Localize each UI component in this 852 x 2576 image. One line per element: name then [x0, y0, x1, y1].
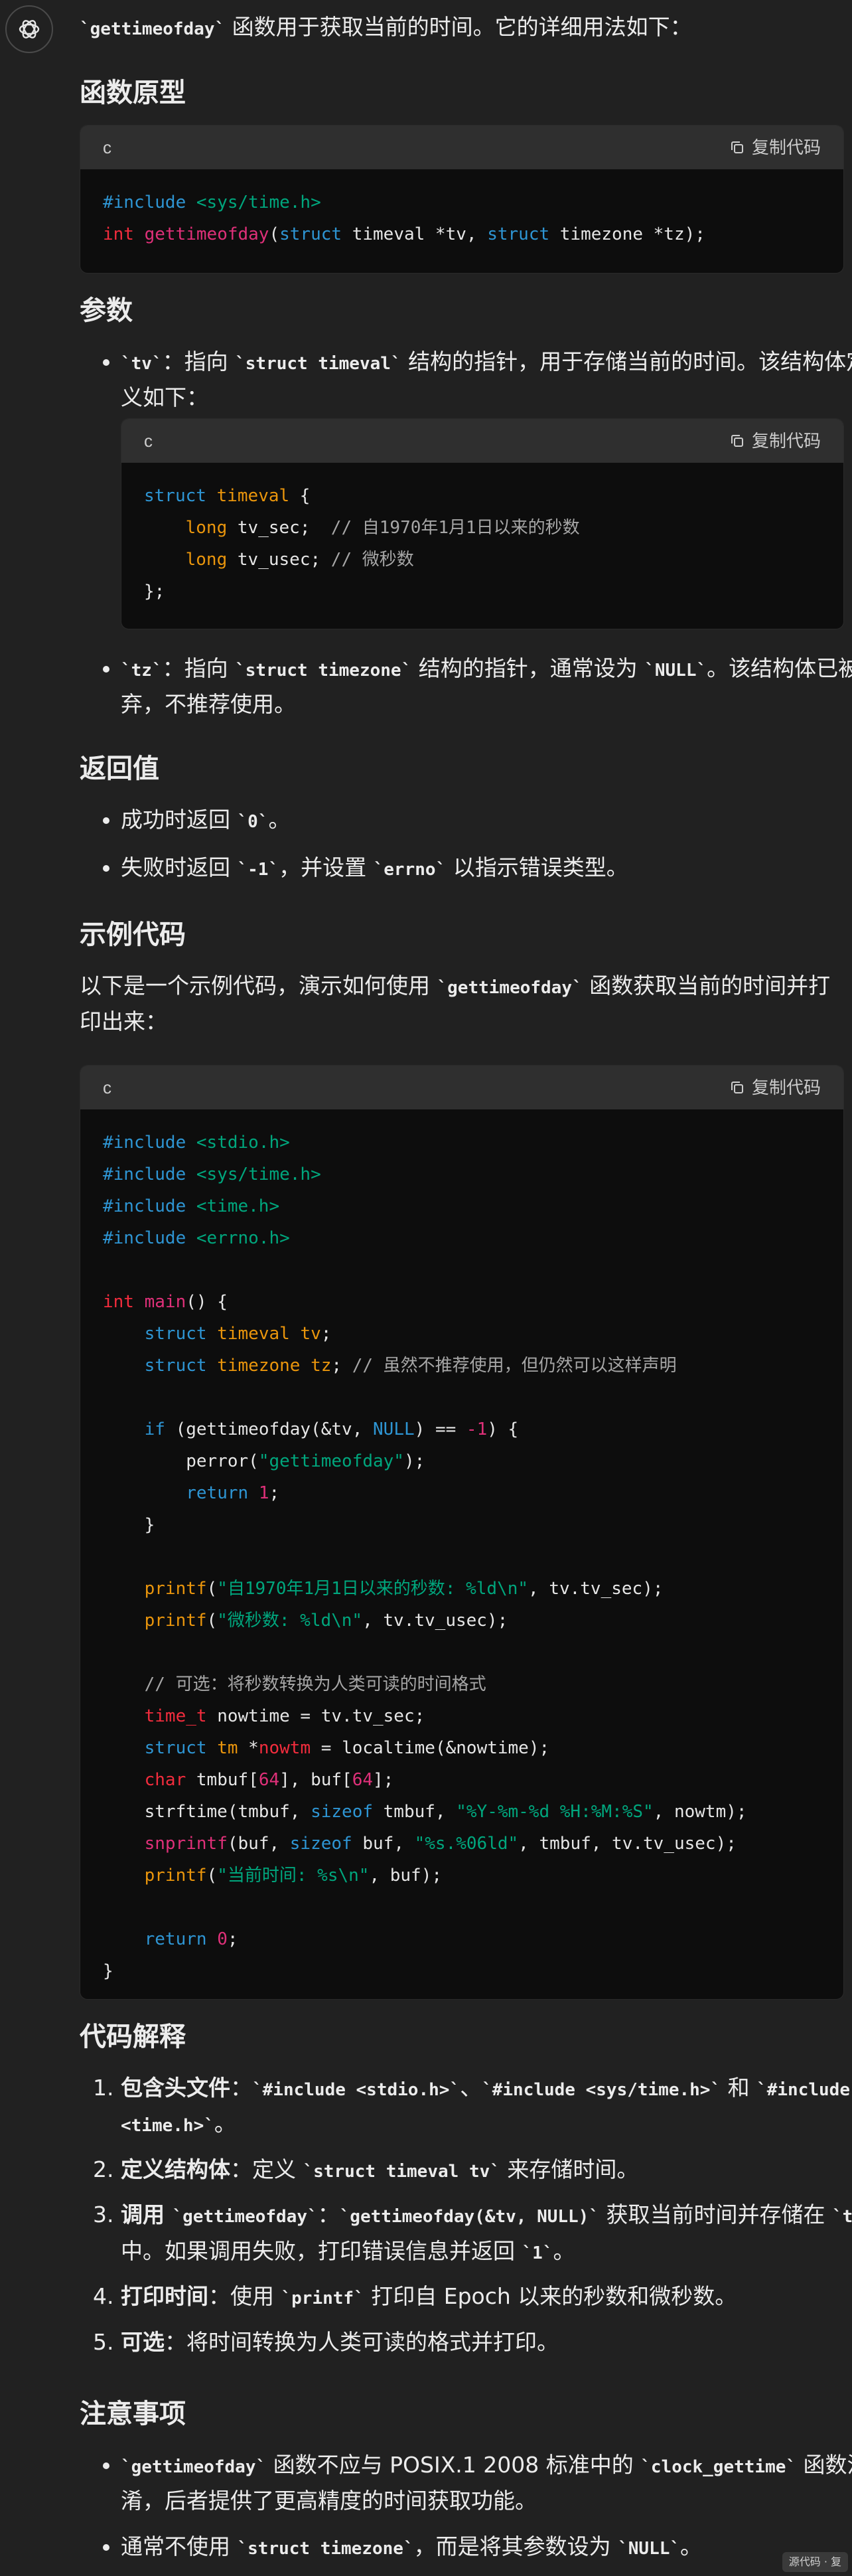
param-tz: `tz`：指向 `struct timezone` 结构的指针，通常设为 `NU… [121, 651, 852, 723]
params-list: `tv`：指向 `struct timeval` 结构的指针，用于存储当前的时间… [80, 344, 852, 416]
return-failure: 失败时返回 `-1`，并设置 `errno` 以指示错误类型。 [121, 850, 852, 886]
code-header: c 复制代码 [80, 125, 843, 169]
heading-return: 返回值 [80, 754, 159, 784]
explain-item: 包含头文件：`#include <stdio.h>`、`#include <sy… [121, 2070, 852, 2142]
heading-params: 参数 [80, 295, 133, 326]
heading-example: 示例代码 [80, 920, 186, 950]
copy-icon [731, 1081, 743, 1093]
notes-list: `gettimeofday` 函数不应与 POSIX.1 2008 标准中的 `… [80, 2447, 852, 2565]
code-language: c [144, 430, 153, 451]
example-intro: 以下是一个示例代码，演示如何使用 `gettimeofday` 函数获取当前的时… [80, 973, 831, 1035]
copy-icon [731, 141, 743, 153]
copy-code-button[interactable]: 复制代码 [729, 1074, 821, 1102]
note-item: `gettimeofday` 函数不应与 POSIX.1 2008 标准中的 `… [121, 2447, 852, 2520]
heading-prototype: 函数原型 [80, 78, 186, 108]
copy-code-button[interactable]: 复制代码 [729, 133, 821, 162]
code-content: #include <stdio.h> #include <sys/time.h>… [103, 1133, 747, 1981]
explain-item: 打印时间：使用 `printf` 打印自 Epoch 以来的秒数和微秒数。 [121, 2279, 852, 2314]
code-header: c 复制代码 [80, 1066, 843, 1109]
return-list: 成功时返回 `0`。 失败时返回 `-1`，并设置 `errno` 以指示错误类… [80, 802, 852, 886]
code-language: c [103, 1077, 111, 1097]
copy-code-button[interactable]: 复制代码 [729, 427, 821, 455]
explain-item: 可选：将时间转换为人类可读的格式并打印。 [121, 2324, 852, 2360]
return-success: 成功时返回 `0`。 [121, 802, 852, 838]
param-tv: `tv`：指向 `struct timeval` 结构的指针，用于存储当前的时间… [121, 344, 852, 416]
code-language: c [103, 137, 111, 157]
params-list-2: `tz`：指向 `struct timezone` 结构的指针，通常设为 `NU… [80, 651, 852, 723]
explain-item: 定义结构体：定义 `struct timeval tv` 来存储时间。 [121, 2152, 852, 2188]
openai-logo-icon [19, 20, 40, 39]
code-content: #include <sys/time.h> int gettimeofday(s… [103, 193, 705, 244]
assistant-avatar [5, 5, 53, 53]
code-header: c 复制代码 [121, 419, 843, 463]
heading-explain: 代码解释 [80, 2022, 186, 2052]
copy-icon [731, 434, 743, 447]
note-item: 通常不使用 `struct timezone`，而是将其参数设为 `NULL`。 [121, 2529, 852, 2565]
heading-notes: 注意事项 [80, 2399, 186, 2429]
code-block-timeval: c 复制代码 struct timeval { long tv_sec; // … [121, 418, 844, 629]
code-content: struct timeval { long tv_sec; // 自1970年1… [144, 486, 580, 602]
explain-list: 包含头文件：`#include <stdio.h>`、`#include <sy… [80, 2070, 852, 2360]
intro-text: `gettimeofday` 函数用于获取当前的时间。它的详细用法如下： [80, 14, 692, 40]
code-block-prototype: c 复制代码 #include <sys/time.h> int gettime… [80, 125, 844, 274]
source-badge[interactable]: 源代码 · 复 [782, 2551, 848, 2572]
code-block-example: c 复制代码 #include <stdio.h> #include <sys/… [80, 1065, 844, 2000]
explain-item: 调用 `gettimeofday`：`gettimeofday(&tv, NUL… [121, 2197, 852, 2269]
